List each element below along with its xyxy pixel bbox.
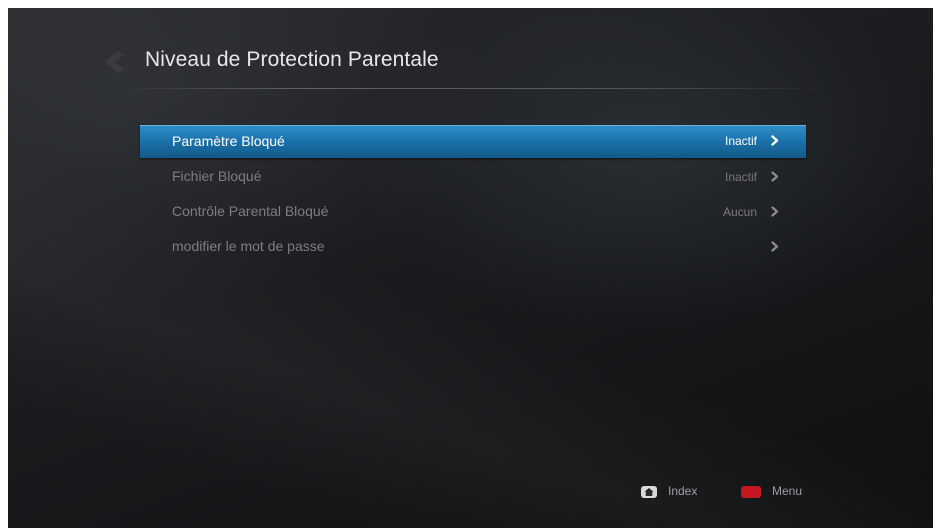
menu-item-value: Aucun: [722, 205, 757, 219]
home-key-icon: [641, 486, 657, 498]
menu-item-label: Contrôle Parental Bloqué: [172, 203, 329, 219]
page-title: Niveau de Protection Parentale: [145, 48, 439, 71]
settings-menu: Paramètre Bloqué Inactif Fichier Bloqué …: [140, 125, 806, 265]
menu-item-label: modifier le mot de passe: [172, 238, 325, 254]
chevron-left-icon[interactable]: [102, 49, 124, 75]
tv-screen: Niveau de Protection Parentale Paramètre…: [8, 8, 933, 528]
index-label: Index: [668, 484, 698, 498]
menu-item-label: Fichier Bloqué: [172, 168, 262, 184]
menu-item-controle-parental-bloque[interactable]: Contrôle Parental Bloqué Aucun: [140, 195, 806, 230]
red-key-icon: [741, 486, 761, 498]
chevron-right-icon: [771, 171, 779, 182]
chevron-right-icon: [771, 135, 779, 146]
menu-item-value: Inactif: [724, 170, 757, 184]
menu-item-label: Paramètre Bloqué: [172, 133, 285, 149]
chevron-right-icon: [771, 241, 779, 252]
menu-item-value: Inactif: [724, 134, 757, 148]
menu-label: Menu: [772, 484, 803, 498]
menu-item-parametre-bloque[interactable]: Paramètre Bloqué Inactif: [140, 125, 806, 158]
title-divider: [124, 88, 824, 89]
menu-item-modifier-mot-de-passe[interactable]: modifier le mot de passe: [140, 230, 806, 265]
chevron-right-icon: [771, 206, 779, 217]
menu-item-fichier-bloque[interactable]: Fichier Bloqué Inactif: [140, 160, 806, 195]
footer-hints: Index Menu: [8, 484, 933, 500]
